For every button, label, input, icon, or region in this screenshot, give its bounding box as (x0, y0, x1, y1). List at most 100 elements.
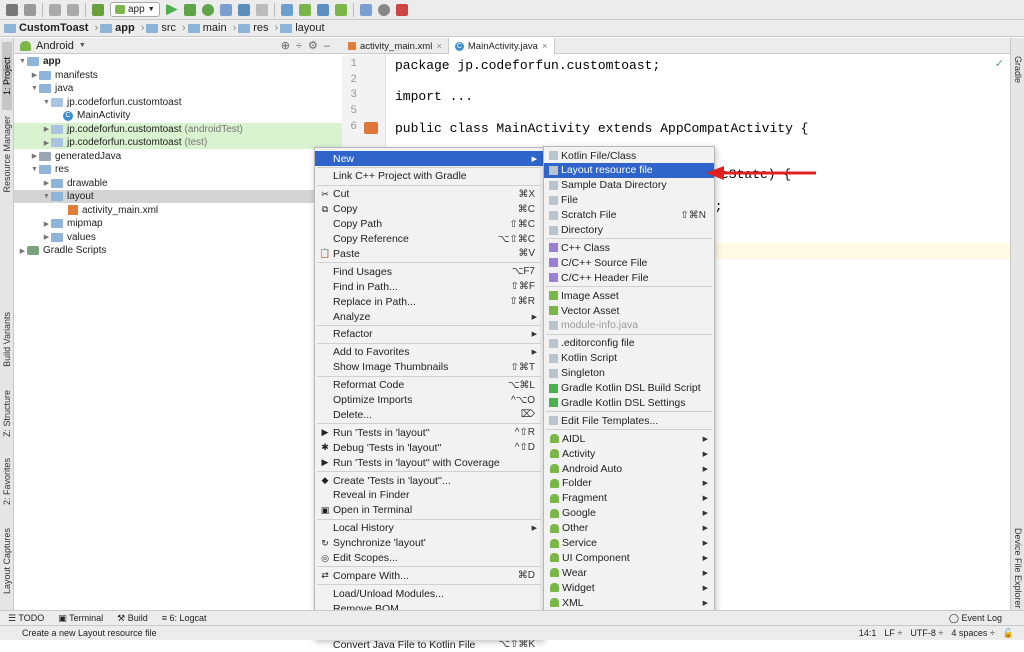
menu-item-refactor[interactable]: Refactor ▶ (315, 327, 543, 342)
menu-item-debug-tests-in-layout[interactable]: ✱ Debug 'Tests in 'layout'' ^⇧D (315, 440, 543, 455)
expand-arrow-icon[interactable]: ▶ (42, 233, 51, 241)
profile-icon[interactable] (219, 3, 232, 16)
expand-arrow-icon[interactable]: ▶ (18, 247, 27, 255)
submenu-item-widget[interactable]: Widget ▶ (544, 580, 714, 595)
forward-icon[interactable] (67, 3, 79, 16)
tree-item-generatedjava[interactable]: ▶ generatedJava (14, 150, 342, 163)
sync-gradle-icon[interactable] (280, 3, 293, 16)
project-view-select[interactable]: Android (36, 40, 74, 52)
attach-debugger-icon[interactable] (237, 3, 250, 16)
gear-icon[interactable]: ⚙ (308, 40, 324, 52)
submenu-item-service[interactable]: Service ▶ (544, 536, 714, 551)
menu-item-copy-path[interactable]: Copy Path ⇧⌘C (315, 217, 543, 232)
sync-icon[interactable] (24, 3, 36, 16)
submenu-item-kotlin-script[interactable]: Kotlin Script (544, 351, 714, 366)
menu-item-open-in-terminal[interactable]: ▣ Open in Terminal (315, 503, 543, 518)
submenu-item-fragment[interactable]: Fragment ▶ (544, 491, 714, 506)
submenu-item-aidl[interactable]: AIDL ▶ (544, 431, 714, 446)
tree-item-mainactivity[interactable]: C MainActivity (14, 109, 342, 122)
indent-setting[interactable]: 4 spaces ÷ (951, 628, 994, 639)
tab-gradle[interactable]: Gradle (1013, 56, 1023, 83)
tree-item-manifests[interactable]: ▶ manifests (14, 69, 342, 82)
close-icon[interactable]: × (436, 41, 442, 52)
expand-arrow-icon[interactable]: ▼ (42, 193, 51, 200)
menu-item-load-unload-modules[interactable]: Load/Unload Modules... (315, 586, 543, 601)
tab-terminal[interactable]: ▣ Terminal (58, 613, 103, 624)
event-log-button[interactable]: ◯ Event Log (949, 613, 1002, 624)
menu-item-delete[interactable]: Delete... ⌦ (315, 407, 543, 422)
debug-icon[interactable] (201, 3, 214, 16)
submenu-item-gradle-kotlin-dsl-settings[interactable]: Gradle Kotlin DSL Settings (544, 395, 714, 410)
close-icon[interactable]: × (542, 41, 548, 52)
menu-item-replace-in-path[interactable]: Replace in Path... ⇧⌘R (315, 294, 543, 309)
menu-item-find-in-path[interactable]: Find in Path... ⇧⌘F (315, 279, 543, 294)
menu-item-show-image-thumbnails[interactable]: Show Image Thumbnails ⇧⌘T (315, 360, 543, 375)
tab-build-variants[interactable]: Build Variants (2, 312, 12, 367)
search-icon[interactable] (377, 3, 390, 16)
menu-item-optimize-imports[interactable]: Optimize Imports ^⌥O (315, 393, 543, 408)
breadcrumb-item[interactable]: main (187, 22, 227, 34)
submenu-item-c-class[interactable]: C++ Class (544, 240, 714, 255)
run-icon[interactable] (165, 3, 178, 16)
menu-item-synchronize-layout[interactable]: ↻ Synchronize 'layout' (315, 536, 543, 551)
tree-item-mipmap[interactable]: ▶ mipmap (14, 217, 342, 230)
submenu-item-scratch-file[interactable]: Scratch File ⇧⌘N (544, 208, 714, 223)
expand-arrow-icon[interactable]: ▼ (42, 99, 51, 106)
tab-layout-captures[interactable]: Layout Captures (2, 528, 12, 594)
run-gutter-icon[interactable] (364, 122, 378, 134)
submenu-item-sample-data-directory[interactable]: Sample Data Directory (544, 178, 714, 193)
expand-arrow-icon[interactable]: ▼ (18, 58, 27, 65)
tab-device-file-explorer[interactable]: Device File Explorer (1013, 528, 1023, 609)
collapse-icon[interactable]: ÷ (296, 40, 308, 52)
expand-arrow-icon[interactable]: ▶ (42, 179, 51, 187)
tab-favorites[interactable]: 2: Favorites (2, 458, 12, 505)
submenu-item-gradle-kotlin-dsl-build-script[interactable]: Gradle Kotlin DSL Build Script (544, 381, 714, 396)
submenu-item-google[interactable]: Google ▶ (544, 506, 714, 521)
tree-item-package-test[interactable]: ▶ jp.codeforfun.customtoast (test) (14, 136, 342, 149)
make-project-icon[interactable] (92, 3, 104, 16)
lock-icon[interactable]: 🔓 (1003, 628, 1014, 639)
submenu-item-android-auto[interactable]: Android Auto ▶ (544, 461, 714, 476)
submenu-item-activity[interactable]: Activity ▶ (544, 446, 714, 461)
expand-arrow-icon[interactable]: ▼ (30, 166, 39, 173)
menu-item-copy-reference[interactable]: Copy Reference ⌥⇧⌘C (315, 232, 543, 247)
avd-manager-icon[interactable] (298, 3, 311, 16)
breadcrumb-item[interactable]: res (238, 22, 269, 34)
submenu-item-kotlin-file-class[interactable]: Kotlin File/Class (544, 148, 714, 163)
breadcrumb-item[interactable]: app (100, 22, 135, 34)
menu-item-run-tests-in-layout-with-coverage[interactable]: ▶ Run 'Tests in 'layout'' with Coverage (315, 455, 543, 470)
run-config-select[interactable]: app ▼ (110, 2, 160, 17)
menu-item-copy[interactable]: ⧉ Copy ⌘C (315, 202, 543, 217)
tab-activity-main-xml[interactable]: activity_main.xml × (342, 38, 449, 54)
submenu-item-c-c-header-file[interactable]: C/C++ Header File (544, 270, 714, 285)
file-encoding[interactable]: UTF-8 ÷ (910, 628, 943, 639)
menu-item-analyze[interactable]: Analyze ▶ (315, 309, 543, 324)
tab-structure[interactable]: Z: Structure (2, 390, 12, 437)
submenu-item-layout-resource-file[interactable]: Layout resource file (544, 162, 714, 178)
submenu-item-directory[interactable]: Directory (544, 223, 714, 238)
tab-mainactivity-java[interactable]: C MainActivity.java × (448, 38, 555, 54)
submenu-item-other[interactable]: Other ▶ (544, 521, 714, 536)
menu-item-create-tests-in-layout[interactable]: ◆ Create 'Tests in 'layout''... (315, 473, 543, 488)
expand-arrow-icon[interactable]: ▶ (30, 71, 39, 79)
line-separator[interactable]: LF ÷ (884, 628, 902, 639)
menu-item-link-c-project-with-gradle[interactable]: Link C++ Project with Gradle (315, 169, 543, 184)
breadcrumb-item[interactable]: layout (280, 22, 325, 34)
expand-arrow-icon[interactable]: ▼ (30, 85, 39, 92)
tree-item-package-androidtest[interactable]: ▶ jp.codeforfun.customtoast (androidTest) (14, 122, 342, 136)
submenu-item-c-c-source-file[interactable]: C/C++ Source File (544, 255, 714, 270)
project-structure-icon[interactable] (334, 3, 347, 16)
submenu-item-wear[interactable]: Wear ▶ (544, 565, 714, 580)
hide-icon[interactable]: – (324, 40, 336, 52)
expand-arrow-icon[interactable]: ▶ (42, 139, 51, 147)
menu-item-paste[interactable]: 📋 Paste ⌘V (315, 246, 543, 261)
back-icon[interactable] (49, 3, 61, 16)
tree-item-gradle-scripts[interactable]: ▶ Gradle Scripts (14, 244, 342, 257)
chevron-down-icon[interactable]: ▼ (79, 42, 86, 49)
menu-item-run-tests-in-layout[interactable]: ▶ Run 'Tests in 'layout'' ^⇧R (315, 425, 543, 440)
submenu-item-singleton[interactable]: Singleton (544, 366, 714, 381)
menu-item-reformat-code[interactable]: Reformat Code ⌥⌘L (315, 378, 543, 393)
tab-logcat[interactable]: ≡ 6: Logcat (162, 613, 207, 623)
menu-item-new[interactable]: New ▶ (315, 151, 543, 166)
tab-build[interactable]: ⚒ Build (117, 613, 148, 624)
